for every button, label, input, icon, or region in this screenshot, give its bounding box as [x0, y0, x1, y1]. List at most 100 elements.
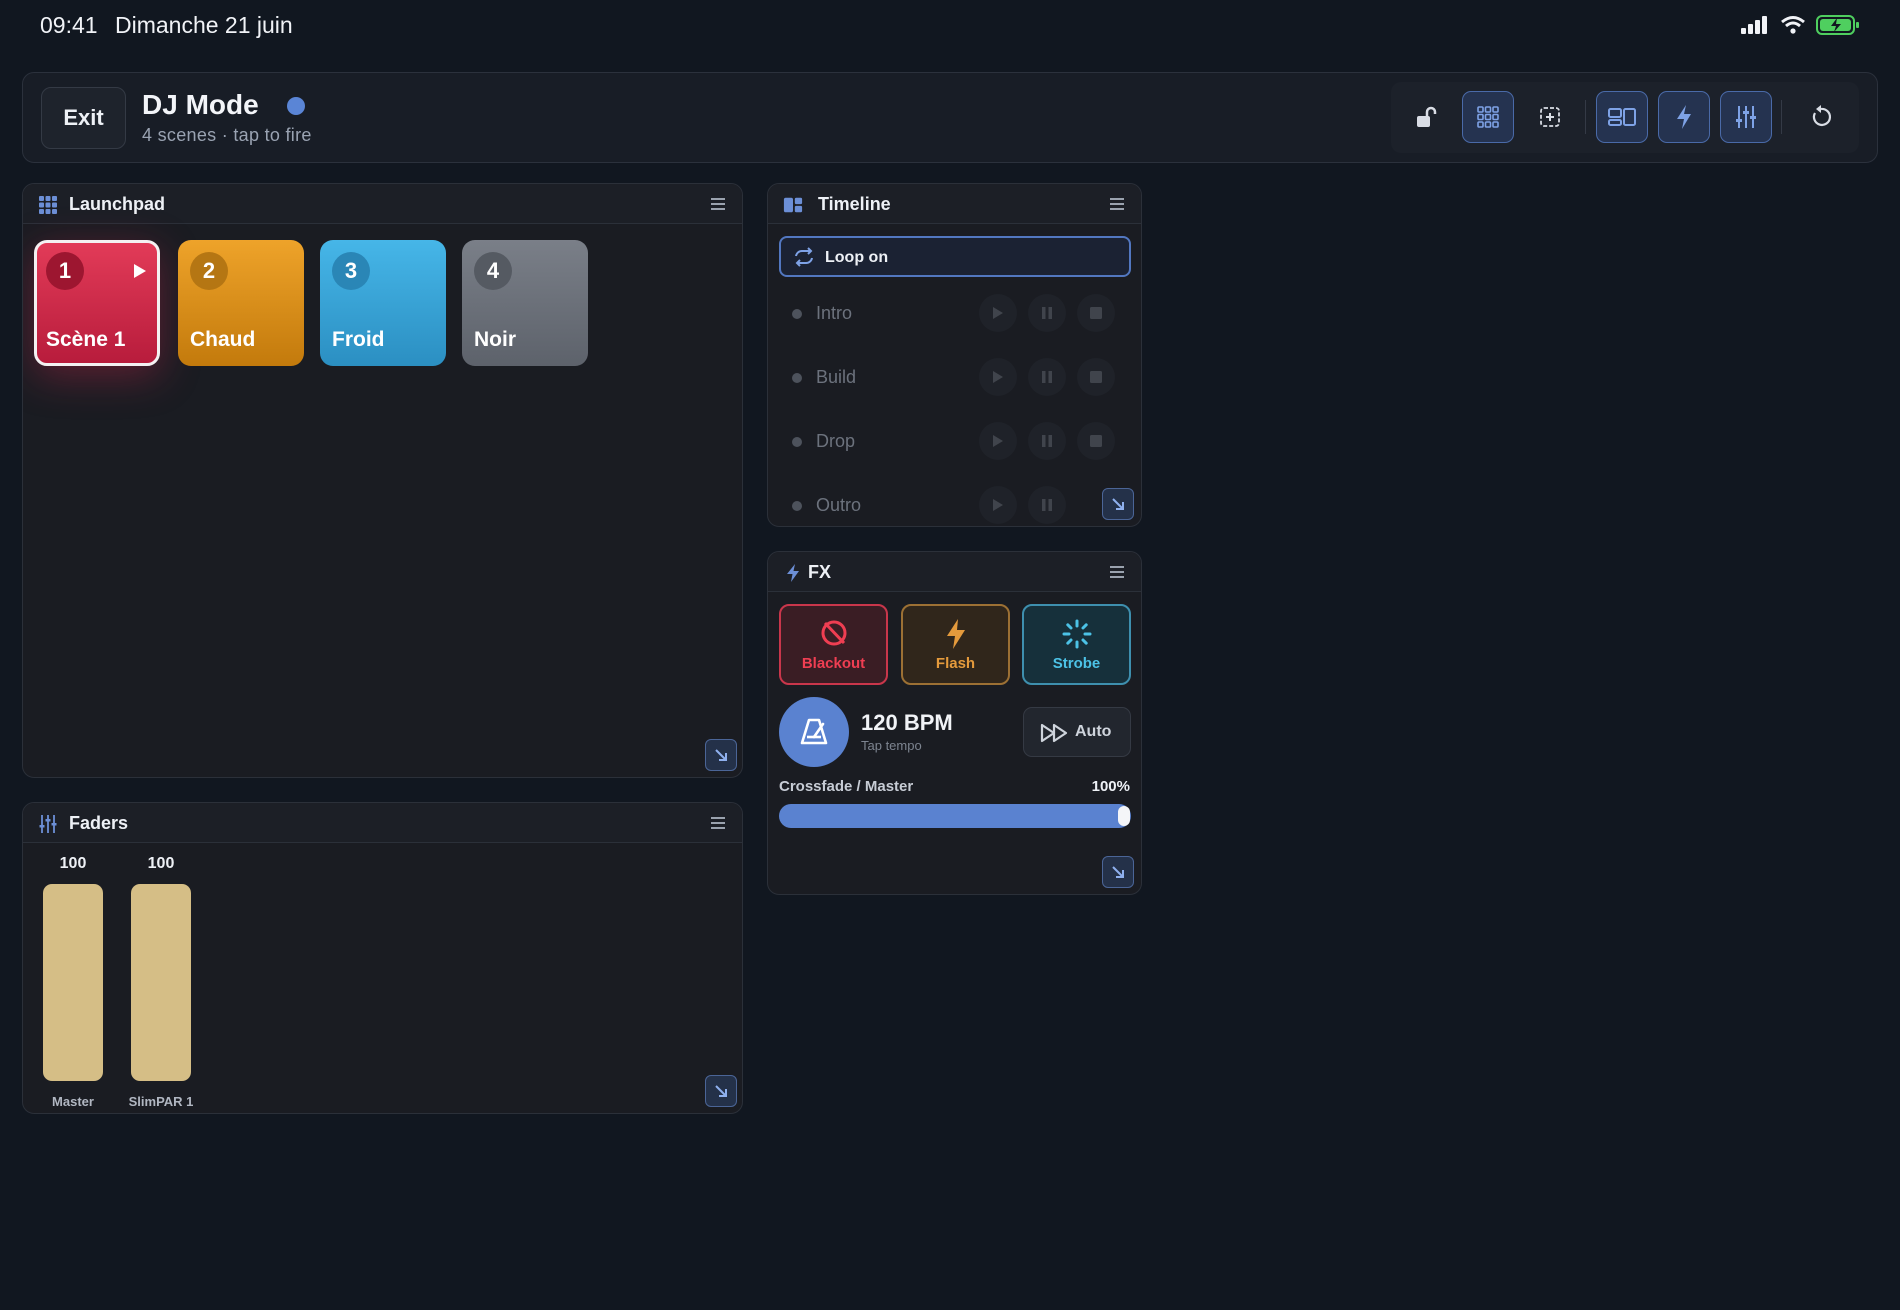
cue-play-button[interactable]: [979, 486, 1017, 524]
crossfade-label: Crossfade / Master: [779, 778, 914, 795]
resize-icon: [1112, 866, 1124, 878]
tap-tempo-label: Tap tempo: [861, 738, 922, 753]
resize-handle[interactable]: [1102, 856, 1134, 888]
fx-label: Flash: [935, 655, 976, 672]
page-title: DJ Mode: [142, 89, 259, 120]
layout-icon: [1608, 108, 1636, 126]
scene-pad-4[interactable]: 4 Noir: [462, 240, 588, 366]
crossfade-slider[interactable]: [779, 804, 1131, 828]
strobe-icon: [1062, 619, 1091, 649]
launchpad-panel: Launchpad 1 Scène 1 2 Chaud 3 Froid 4 No…: [22, 183, 743, 778]
loop-toggle[interactable]: Loop on: [779, 236, 1131, 277]
faders-panel: Faders 100 Master 100 SlimPAR 1: [22, 802, 743, 1114]
cue-stop-button[interactable]: [1077, 358, 1115, 396]
timeline-header: Timeline: [768, 184, 1141, 224]
timeline-panel: Timeline Loop on Intro Build Drop Outro: [767, 183, 1142, 527]
fader-value: 100: [59, 855, 87, 872]
resize-handle[interactable]: [705, 1075, 737, 1107]
status-time: 09:41: [40, 12, 98, 38]
fader-master[interactable]: [43, 884, 103, 1081]
pad-number: 1: [46, 252, 84, 290]
unlock-icon: [1417, 106, 1437, 127]
auto-label: Auto: [1075, 723, 1112, 740]
page-subtitle: 4 scenes · tap to fire: [142, 125, 312, 145]
resize-handle[interactable]: [1102, 488, 1134, 520]
toolbar-divider: [1781, 100, 1782, 134]
cue-row[interactable]: Build: [779, 357, 1131, 397]
pad-number: 2: [190, 252, 228, 290]
status-icons: [1740, 14, 1860, 36]
cue-pause-button[interactable]: [1028, 422, 1066, 460]
pause-icon: [1042, 499, 1052, 511]
timeline-icon: [783, 197, 803, 213]
fader-slimpar-1[interactable]: [131, 884, 191, 1081]
play-icon: [993, 435, 1003, 447]
pad-number: 3: [332, 252, 370, 290]
metronome-icon: [800, 718, 828, 745]
menu-icon[interactable]: [1109, 565, 1125, 579]
stop-icon: [1090, 435, 1102, 447]
fast-forward-icon: [1040, 723, 1068, 743]
panel-title: FX: [808, 562, 832, 582]
add-widget-icon: [1540, 107, 1560, 127]
fader-value: 100: [147, 855, 175, 872]
cue-play-button[interactable]: [979, 358, 1017, 396]
play-icon: [993, 371, 1003, 383]
tap-tempo-button[interactable]: [779, 697, 849, 767]
blackout-button[interactable]: Blackout: [779, 604, 888, 685]
reset-icon: [1812, 105, 1832, 126]
stop-icon: [1090, 307, 1102, 319]
fader-label: Master: [52, 1094, 94, 1109]
cue-pause-button[interactable]: [1028, 486, 1066, 524]
resize-handle[interactable]: [705, 739, 737, 771]
crossfade-handle[interactable]: [1118, 806, 1130, 826]
faders-header: Faders: [23, 803, 742, 843]
toolbar-divider: [1585, 100, 1586, 134]
scene-pad-2[interactable]: 2 Chaud: [178, 240, 304, 366]
pause-icon: [1042, 371, 1052, 383]
cue-name: Build: [816, 367, 857, 387]
toolbar: [1391, 82, 1859, 153]
cue-pause-button[interactable]: [1028, 358, 1066, 396]
menu-icon[interactable]: [710, 816, 726, 830]
cue-play-button[interactable]: [979, 422, 1017, 460]
fx-label: Blackout: [801, 655, 866, 672]
cue-status-dot: [792, 437, 802, 447]
strobe-button[interactable]: Strobe: [1022, 604, 1131, 685]
panel-title: Timeline: [818, 194, 891, 214]
status-bar: 09:41 Dimanche 21 juin: [40, 12, 1860, 38]
header-bar: Exit DJ Mode 4 scenes · tap to fire: [22, 72, 1878, 163]
layout-button[interactable]: [1596, 91, 1648, 143]
cue-row[interactable]: Outro: [779, 485, 1131, 525]
fx-header: FX: [768, 552, 1141, 592]
scene-pad-3[interactable]: 3 Froid: [320, 240, 446, 366]
cue-status-dot: [792, 373, 802, 383]
pad-label: Scène 1: [46, 328, 126, 351]
pad-label: Noir: [474, 328, 516, 351]
flash-button[interactable]: Flash: [901, 604, 1010, 685]
menu-icon[interactable]: [1109, 197, 1125, 211]
fx-label: Strobe: [1052, 655, 1101, 672]
cue-play-button[interactable]: [979, 294, 1017, 332]
fx-toggle-button[interactable]: [1658, 91, 1710, 143]
cue-pause-button[interactable]: [1028, 294, 1066, 332]
lightning-icon: [1677, 105, 1691, 129]
stop-icon: [1090, 371, 1102, 383]
cue-stop-button[interactable]: [1077, 294, 1115, 332]
crossfade-fill: [779, 804, 1131, 828]
unlock-button[interactable]: [1400, 91, 1452, 143]
cue-status-dot: [792, 501, 802, 511]
scene-pad-1[interactable]: 1 Scène 1: [34, 240, 160, 366]
menu-icon[interactable]: [710, 197, 726, 211]
fader-label: SlimPAR 1: [128, 1094, 194, 1109]
grid-icon: [39, 196, 57, 214]
grid-view-button[interactable]: [1462, 91, 1514, 143]
reset-button[interactable]: [1795, 91, 1847, 143]
cue-stop-button[interactable]: [1077, 422, 1115, 460]
cue-row[interactable]: Drop: [779, 421, 1131, 461]
faders-toggle-button[interactable]: [1720, 91, 1772, 143]
add-widget-button[interactable]: [1524, 91, 1576, 143]
auto-button[interactable]: Auto: [1023, 707, 1131, 757]
exit-button[interactable]: Exit: [41, 87, 126, 149]
cue-row[interactable]: Intro: [779, 293, 1131, 333]
